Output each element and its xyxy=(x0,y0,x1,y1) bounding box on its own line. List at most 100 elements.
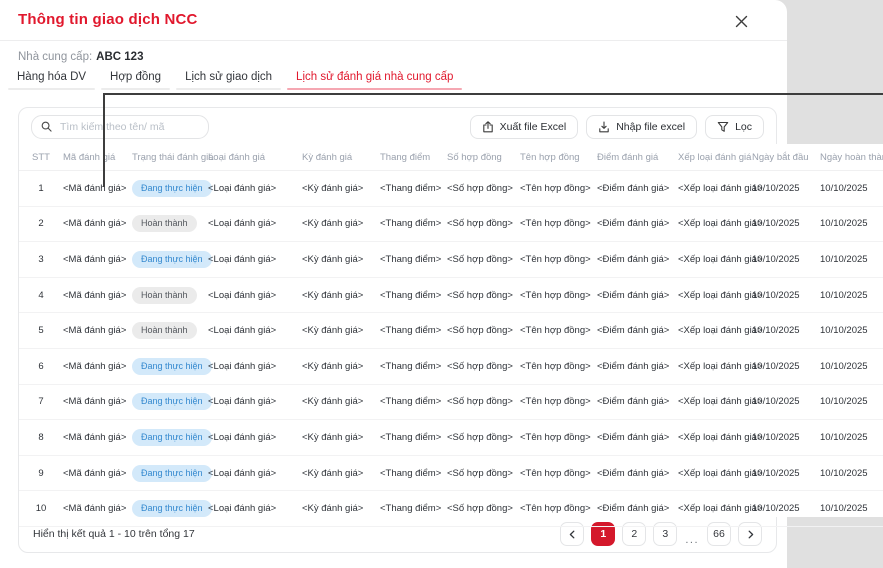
cell-diem-danh-gia: <Điểm đánh giá> xyxy=(597,277,678,313)
cell-loai-danh-gia: <Loại đánh giá> xyxy=(208,348,302,384)
tab-hang-hoa-dv[interactable]: Hàng hóa DV xyxy=(8,71,95,90)
cell-ngay-bat-dau: 10/10/2025 xyxy=(752,313,820,349)
cell-xep-loai-danh-gia: <Xếp loại đánh giá> xyxy=(678,206,752,242)
filter-button[interactable]: Lọc xyxy=(705,115,764,139)
cell-xep-loai-danh-gia: <Xếp loại đánh giá> xyxy=(678,171,752,207)
cell-ngay-bat-dau: 10/10/2025 xyxy=(752,242,820,278)
screen: Thông tin giao dịch NCC Nhà cung cấp:ABC… xyxy=(0,0,883,568)
export-excel-button[interactable]: Xuất file Excel xyxy=(470,115,579,139)
cell-ma-danh-gia[interactable]: <Mã đánh giá> xyxy=(63,420,132,456)
status-badge: Đang thực hiện xyxy=(132,500,212,517)
cell-thang-diem: <Thang điểm> xyxy=(380,491,447,527)
column-header-ten-hop-dong: Tên hợp đồng xyxy=(520,144,597,171)
cell-ten-hop-dong: <Tên hợp đồng> xyxy=(520,206,597,242)
tab-lich-su-danh-gia-nha-cung-cap[interactable]: Lịch sử đánh giá nhà cung cấp xyxy=(287,71,462,90)
annotation-line-vertical xyxy=(103,93,105,187)
table-row[interactable]: 6<Mã đánh giá>Đang thực hiện<Loại đánh g… xyxy=(19,348,883,384)
chevron-left-icon xyxy=(568,530,577,539)
cell-xep-loai-danh-gia: <Xếp loại đánh giá> xyxy=(678,277,752,313)
cell-ngay-bat-dau: 10/10/2025 xyxy=(752,348,820,384)
cell-trang-thai: Hoàn thành xyxy=(132,313,208,349)
cell-ma-danh-gia[interactable]: <Mã đánh giá> xyxy=(63,206,132,242)
cell-so-hop-dong: <Số hợp đồng> xyxy=(447,242,520,278)
cell-ma-danh-gia[interactable]: <Mã đánh giá> xyxy=(63,491,132,527)
results-summary: Hiển thị kết quả 1 - 10 trên tổng 17 xyxy=(33,528,195,540)
toolbar-buttons: Xuất file Excel Nhập file excel Lọc xyxy=(470,115,764,139)
table-row[interactable]: 10<Mã đánh giá>Đang thực hiện<Loại đánh … xyxy=(19,491,883,527)
cell-ten-hop-dong: <Tên hợp đồng> xyxy=(520,171,597,207)
status-badge: Hoàn thành xyxy=(132,322,197,339)
cell-ma-danh-gia[interactable]: <Mã đánh giá> xyxy=(63,348,132,384)
cell-so-hop-dong: <Số hợp đồng> xyxy=(447,455,520,491)
cell-ngay-hoan-thanh: 10/10/2025 xyxy=(820,313,883,349)
cell-thang-diem: <Thang điểm> xyxy=(380,455,447,491)
cell-so-hop-dong: <Số hợp đồng> xyxy=(447,171,520,207)
cell-stt: 10 xyxy=(19,491,63,527)
cell-loai-danh-gia: <Loại đánh giá> xyxy=(208,206,302,242)
cell-stt: 6 xyxy=(19,348,63,384)
export-file-icon xyxy=(482,121,494,133)
cell-thang-diem: <Thang điểm> xyxy=(380,348,447,384)
table-row[interactable]: 5<Mã đánh giá>Hoàn thành<Loại đánh giá><… xyxy=(19,313,883,349)
column-header-so-hop-dong: Số hợp đồng xyxy=(447,144,520,171)
table-row[interactable]: 1<Mã đánh giá>Đang thực hiện<Loại đánh g… xyxy=(19,171,883,207)
cell-ten-hop-dong: <Tên hợp đồng> xyxy=(520,277,597,313)
cell-diem-danh-gia: <Điểm đánh giá> xyxy=(597,384,678,420)
cell-loai-danh-gia: <Loại đánh giá> xyxy=(208,420,302,456)
cell-diem-danh-gia: <Điểm đánh giá> xyxy=(597,171,678,207)
cell-ma-danh-gia[interactable]: <Mã đánh giá> xyxy=(63,455,132,491)
cell-xep-loai-danh-gia: <Xếp loại đánh giá> xyxy=(678,384,752,420)
column-header-trang-thai: Trạng thái đánh giá xyxy=(132,144,208,171)
cell-ma-danh-gia[interactable]: <Mã đánh giá> xyxy=(63,242,132,278)
tab-lich-su-giao-dich[interactable]: Lịch sử giao dịch xyxy=(176,71,281,90)
search-icon xyxy=(41,121,52,132)
cell-ma-danh-gia[interactable]: <Mã đánh giá> xyxy=(63,277,132,313)
status-badge: Đang thực hiện xyxy=(132,393,212,410)
search-box[interactable] xyxy=(31,115,209,139)
cell-ky-danh-gia: <Kỳ đánh giá> xyxy=(302,206,380,242)
cell-ma-danh-gia[interactable]: <Mã đánh giá> xyxy=(63,313,132,349)
cell-ngay-bat-dau: 10/10/2025 xyxy=(752,206,820,242)
cell-ngay-hoan-thanh: 10/10/2025 xyxy=(820,455,883,491)
table-row[interactable]: 9<Mã đánh giá>Đang thực hiện<Loại đánh g… xyxy=(19,455,883,491)
search-input[interactable] xyxy=(58,120,199,134)
cell-loai-danh-gia: <Loại đánh giá> xyxy=(208,491,302,527)
cell-trang-thai: Đang thực hiện xyxy=(132,491,208,527)
cell-ky-danh-gia: <Kỳ đánh giá> xyxy=(302,420,380,456)
table-row[interactable]: 2<Mã đánh giá>Hoàn thành<Loại đánh giá><… xyxy=(19,206,883,242)
column-header-xep-loai: Xếp loại đánh giá xyxy=(678,144,752,171)
cell-diem-danh-gia: <Điểm đánh giá> xyxy=(597,491,678,527)
cell-ma-danh-gia[interactable]: <Mã đánh giá> xyxy=(63,384,132,420)
table-row[interactable]: 8<Mã đánh giá>Đang thực hiện<Loại đánh g… xyxy=(19,420,883,456)
column-header-ngay-hoan-thanh: Ngày hoàn thành xyxy=(820,144,883,171)
cell-loai-danh-gia: <Loại đánh giá> xyxy=(208,455,302,491)
cell-loai-danh-gia: <Loại đánh giá> xyxy=(208,171,302,207)
modal-header: Thông tin giao dịch NCC xyxy=(0,0,787,41)
table-row[interactable]: 4<Mã đánh giá>Hoàn thành<Loại đánh giá><… xyxy=(19,277,883,313)
cell-ky-danh-gia: <Kỳ đánh giá> xyxy=(302,491,380,527)
cell-stt: 2 xyxy=(19,206,63,242)
cell-ngay-bat-dau: 10/10/2025 xyxy=(752,420,820,456)
cell-ngay-bat-dau: 10/10/2025 xyxy=(752,277,820,313)
table-row[interactable]: 3<Mã đánh giá>Đang thực hiện<Loại đánh g… xyxy=(19,242,883,278)
column-header-diem-danh-gia: Điểm đánh giá xyxy=(597,144,678,171)
table-header-row: STT Mã đánh giá Trạng thái đánh giá Loại… xyxy=(19,144,883,171)
cell-trang-thai: Đang thực hiện xyxy=(132,384,208,420)
cell-ky-danh-gia: <Kỳ đánh giá> xyxy=(302,242,380,278)
cell-ma-danh-gia[interactable]: <Mã đánh giá> xyxy=(63,171,132,207)
cell-ngay-bat-dau: 10/10/2025 xyxy=(752,491,820,527)
cell-stt: 1 xyxy=(19,171,63,207)
column-header-loai-danh-gia: Loại đánh giá xyxy=(208,144,302,171)
table-body: 1<Mã đánh giá>Đang thực hiện<Loại đánh g… xyxy=(19,171,883,527)
supplier-line: Nhà cung cấp:ABC 123 xyxy=(18,51,143,63)
cell-ngay-bat-dau: 10/10/2025 xyxy=(752,384,820,420)
cell-ngay-hoan-thanh: 10/10/2025 xyxy=(820,420,883,456)
export-excel-label: Xuất file Excel xyxy=(500,121,567,133)
tab-hop-dong[interactable]: Hợp đồng xyxy=(101,71,170,90)
close-button[interactable] xyxy=(731,11,751,31)
import-excel-button[interactable]: Nhập file excel xyxy=(586,115,697,139)
cell-ngay-hoan-thanh: 10/10/2025 xyxy=(820,277,883,313)
cell-loai-danh-gia: <Loại đánh giá> xyxy=(208,242,302,278)
table-row[interactable]: 7<Mã đánh giá>Đang thực hiện<Loại đánh g… xyxy=(19,384,883,420)
import-file-icon xyxy=(598,121,610,133)
